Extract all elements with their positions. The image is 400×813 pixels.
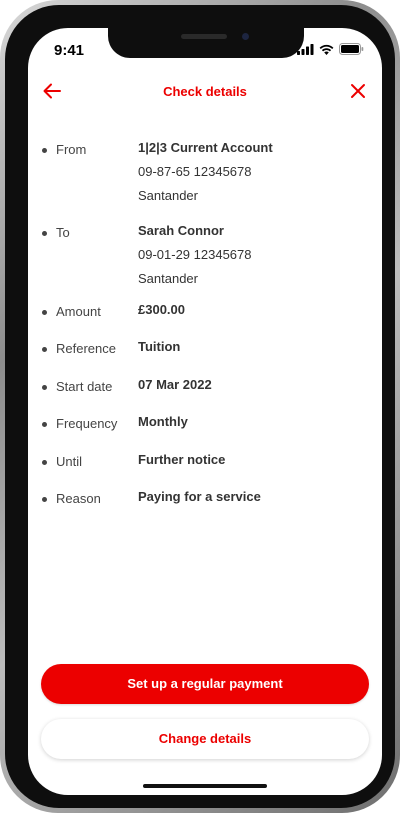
bullet-icon (42, 497, 47, 502)
notch (108, 28, 304, 58)
sort-code-account-number: 09-01-29 12345678 (138, 247, 252, 262)
phone-screen: 9:41 Check details From 1|2|3 Current Ac… (28, 28, 382, 795)
battery-icon (339, 43, 364, 55)
detail-value: Monthly (138, 410, 188, 434)
page-title: Check details (163, 84, 247, 99)
bullet-icon (42, 460, 47, 465)
sort-code-account-number: 09-87-65 12345678 (138, 164, 252, 179)
detail-label: Reference (56, 341, 116, 356)
bullet-icon (42, 385, 47, 390)
detail-label: From (56, 142, 87, 157)
bullet-icon (42, 310, 47, 315)
bullet-icon (42, 148, 47, 153)
bullet-icon (42, 422, 47, 427)
detail-value: £300.00 (138, 298, 185, 322)
status-time: 9:41 (54, 42, 85, 59)
status-icons (297, 43, 364, 55)
set-up-regular-payment-button[interactable]: Set up a regular payment (41, 664, 369, 704)
reference-value: Tuition (138, 339, 181, 354)
amount-value: £300.00 (138, 302, 185, 317)
detail-label: Amount (56, 304, 101, 319)
frequency-value: Monthly (138, 414, 188, 429)
front-camera (242, 33, 249, 40)
wifi-icon (319, 44, 334, 55)
bullet-icon (42, 347, 47, 352)
detail-value: Further notice (138, 448, 225, 472)
change-details-button[interactable]: Change details (41, 719, 369, 759)
home-indicator (143, 784, 267, 788)
detail-label: Start date (56, 379, 113, 394)
app-header: Check details (28, 78, 382, 104)
detail-label: Until (56, 454, 83, 469)
detail-value: Sarah Connor 09-01-29 12345678 Santander (138, 219, 252, 291)
detail-label: To (56, 225, 70, 240)
start-date-value: 07 Mar 2022 (138, 377, 212, 392)
bullet-icon (42, 231, 47, 236)
phone-frame: 9:41 Check details From 1|2|3 Current Ac… (0, 0, 400, 813)
speaker-grille (181, 34, 227, 39)
close-icon[interactable] (350, 83, 366, 99)
payee-name: Sarah Connor (138, 223, 224, 238)
detail-value: 07 Mar 2022 (138, 373, 212, 397)
detail-label: Frequency (56, 416, 118, 431)
detail-value: Paying for a service (138, 485, 261, 509)
signal-icon (297, 43, 314, 55)
bank-name: Santander (138, 188, 198, 203)
bank-name: Santander (138, 271, 198, 286)
phone-bezel: 9:41 Check details From 1|2|3 Current Ac… (5, 5, 395, 808)
reason-value: Paying for a service (138, 489, 261, 504)
until-value: Further notice (138, 452, 226, 467)
detail-label: Reason (56, 491, 101, 506)
detail-value: Tuition (138, 335, 180, 359)
detail-value: 1|2|3 Current Account 09-87-65 12345678 … (138, 136, 273, 208)
account-name: 1|2|3 Current Account (138, 140, 273, 155)
